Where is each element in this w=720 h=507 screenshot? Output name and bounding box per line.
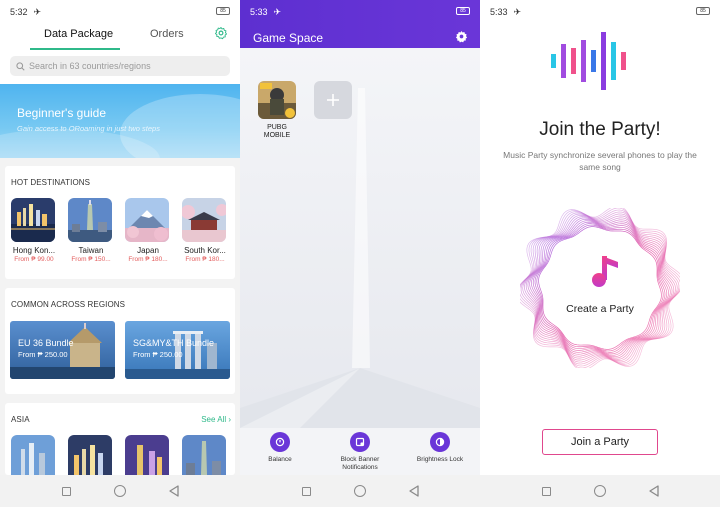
screenshot-collage: 5:32 ✈ 85 Data Package Orders Search in …: [0, 0, 720, 507]
destination-hong-kong[interactable]: Hong Kon... From ₱ 99.00: [11, 198, 57, 263]
app-label: PUBG MOBILE: [263, 124, 291, 139]
destination-image: [182, 198, 226, 242]
brightness-icon: [430, 432, 450, 452]
destination-name: Japan: [137, 246, 159, 255]
create-party-label[interactable]: Create a Party: [480, 303, 720, 315]
asia-destination-image[interactable]: [182, 435, 226, 475]
recent-apps-icon[interactable]: [541, 486, 551, 496]
common-regions-card: COMMON ACROSS REGIONS EU 36 Bundle From …: [5, 288, 235, 394]
hot-destinations-card: HOT DESTINATIONS Hong Kon... From ₱ 99.0…: [5, 166, 235, 279]
battery-icon: 85: [456, 7, 470, 15]
page-description: Music Party synchronize several phones t…: [503, 150, 697, 172]
asia-destination-image[interactable]: [68, 435, 112, 475]
join-party-button[interactable]: Join a Party: [542, 429, 658, 455]
destination-name: Hong Kon...: [12, 246, 56, 255]
add-game-button[interactable]: [314, 81, 352, 119]
bundle-name: SG&MY&TH Bundle: [133, 338, 215, 348]
sound-wave-logo-icon: [551, 32, 626, 90]
music-party-screen: 5:33 ✈ 85 Join the Party! Music Party sy…: [480, 0, 720, 507]
bundle-sg-my-th[interactable]: SG&MY&TH Bundle From ₱ 250.00: [125, 321, 230, 379]
asia-destination-image[interactable]: [11, 435, 55, 475]
destination-name: South Kor...: [184, 246, 226, 255]
status-bar: 5:32 ✈ 85: [0, 0, 240, 24]
system-nav-bar: [0, 475, 240, 507]
destination-price: From ₱ 150...: [71, 256, 111, 263]
create-party-button[interactable]: [520, 208, 680, 368]
back-icon[interactable]: [408, 485, 419, 497]
brightness-lock-tool[interactable]: Brightness Lock: [405, 432, 475, 464]
destination-image: [68, 198, 112, 242]
tool-bar: Balance Block Banner Notifications Brigh…: [240, 428, 480, 475]
destination-image: [11, 198, 55, 242]
destination-price: From ₱ 180...: [185, 256, 225, 263]
back-icon[interactable]: [648, 485, 659, 497]
home-icon[interactable]: [113, 485, 126, 497]
page-title: Game Space: [253, 31, 324, 45]
tab-data-package[interactable]: Data Package: [44, 28, 113, 40]
airplane-icon: ✈: [273, 6, 282, 17]
block-notification-icon: [350, 432, 370, 452]
asia-card: ASIA See All ›: [5, 403, 235, 475]
bundle-price: From ₱ 250.00: [133, 350, 183, 359]
search-input[interactable]: [29, 61, 219, 71]
battery-icon: 85: [216, 7, 230, 15]
destination-price: From ₱ 180...: [128, 256, 168, 263]
home-icon[interactable]: [593, 485, 606, 497]
beginners-guide-banner[interactable]: Beginner's guide Gain access to ORoaming…: [0, 84, 240, 158]
tool-label: Balance: [268, 456, 292, 463]
recent-apps-icon[interactable]: [61, 486, 71, 496]
status-time: 5:32: [10, 7, 28, 17]
settings-gear-icon[interactable]: [214, 26, 228, 40]
balance-icon: [270, 432, 290, 452]
destination-price: From ₱ 99.00: [14, 256, 54, 263]
destination-japan[interactable]: Japan From ₱ 180...: [125, 198, 171, 263]
tab-orders[interactable]: Orders: [150, 28, 184, 40]
back-icon[interactable]: [168, 485, 179, 497]
asia-destination-image[interactable]: [125, 435, 169, 475]
see-all-link[interactable]: See All ›: [201, 415, 231, 424]
settings-gear-icon[interactable]: [455, 30, 468, 43]
balance-tool[interactable]: Balance: [245, 432, 315, 464]
bundle-price: From ₱ 250.00: [18, 350, 68, 359]
airplane-icon: ✈: [33, 6, 42, 17]
status-bar: 5:33 ✈ 85: [240, 0, 480, 24]
game-area: PUBG MOBILE: [240, 48, 480, 428]
tool-label: Brightness Lock: [416, 456, 464, 463]
section-title: COMMON ACROSS REGIONS: [11, 300, 126, 309]
system-nav-bar: [240, 475, 480, 507]
search-area: [0, 50, 240, 84]
search-icon: [16, 61, 25, 71]
banner-title: Beginner's guide: [17, 106, 107, 120]
destination-taiwan[interactable]: Taiwan From ₱ 150...: [68, 198, 114, 263]
tool-label: Block Banner Notifications: [340, 456, 380, 471]
roaming-screen: 5:32 ✈ 85 Data Package Orders Search in …: [0, 0, 240, 507]
bundle-eu-36[interactable]: EU 36 Bundle From ₱ 250.00: [10, 321, 115, 379]
bundle-name: EU 36 Bundle: [18, 338, 74, 348]
plus-icon: [327, 94, 339, 106]
block-banner-tool[interactable]: Block Banner Notifications: [325, 432, 395, 472]
destination-name: Taiwan: [78, 246, 104, 255]
destination-south-korea[interactable]: South Kor... From ₱ 180...: [182, 198, 228, 263]
recent-apps-icon[interactable]: [301, 486, 311, 496]
page-title: Join the Party!: [539, 119, 661, 140]
system-nav-bar: [480, 475, 720, 507]
game-space-screen: 5:33 ✈ 85 Game Space PUBG MOBILE Balance…: [240, 0, 480, 507]
search-box[interactable]: [10, 56, 230, 76]
section-title: ASIA: [11, 415, 30, 424]
destination-image: [125, 198, 169, 242]
tab-bar: Data Package Orders: [0, 24, 240, 50]
pubg-mobile-app-icon[interactable]: [258, 81, 296, 119]
home-icon[interactable]: [353, 485, 366, 497]
status-time: 5:33: [250, 7, 268, 17]
banner-subtitle: Gain access to ORoaming in just two step…: [17, 124, 160, 133]
section-title: HOT DESTINATIONS: [11, 178, 91, 187]
